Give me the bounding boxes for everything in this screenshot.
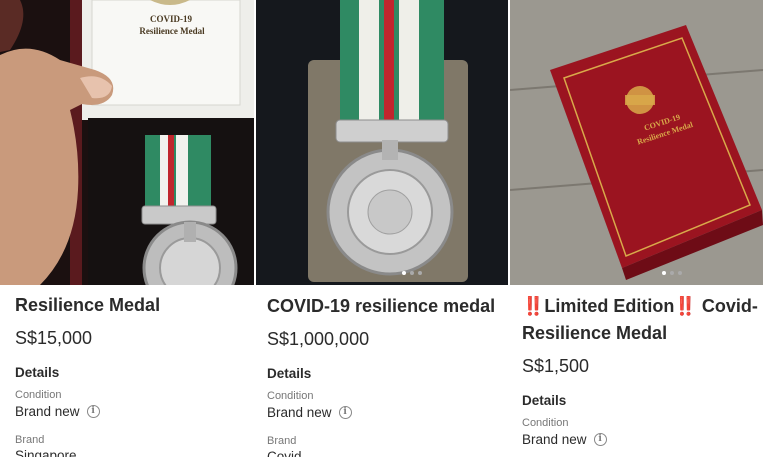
condition-value-row: Brand new i (15, 404, 100, 419)
brand-label: Brand (15, 434, 45, 446)
listing-title[interactable]: Resilience Medal (15, 292, 160, 318)
condition-label: Condition (267, 390, 314, 402)
double-exclamation-icon: ‼️ (674, 296, 697, 316)
brand-value: Covid (267, 449, 302, 457)
box-text-line2: Resilience Medal (139, 26, 205, 36)
info-icon[interactable]: i (593, 433, 607, 446)
condition-value: Brand new (267, 405, 332, 420)
condition-value: Brand new (522, 432, 587, 447)
details-heading: Details (267, 366, 312, 381)
condition-label: Condition (15, 389, 62, 401)
info-icon[interactable]: i (86, 405, 100, 418)
brand-value: Singapore (15, 448, 77, 457)
carousel-dots[interactable] (402, 271, 422, 275)
listing-card-2[interactable]: COVID-19 resilience medal S$1,000,000 De… (256, 0, 508, 457)
listing-price: S$1,500 (522, 356, 590, 376)
details-heading: Details (522, 393, 567, 408)
info-icon[interactable]: i (338, 406, 352, 419)
listing-card-3[interactable]: COVID-19 Resilience Medal ‼️Limited Edit… (510, 0, 763, 457)
listing-price: S$1,000,000 (267, 329, 370, 349)
medal-in-case-image (0, 0, 254, 285)
condition-label: Condition (522, 417, 569, 429)
brand-label: Brand (267, 435, 297, 447)
listing-photo-2[interactable] (256, 0, 508, 285)
listing-photo-3[interactable]: COVID-19 Resilience Medal (510, 0, 763, 285)
listing-title-line2[interactable]: Resilience Medal (522, 320, 667, 346)
details-heading: Details (15, 365, 60, 380)
listing-photo-1[interactable]: COVID-19 Resilience Medal (0, 0, 254, 285)
condition-value: Brand new (15, 404, 80, 419)
medal-in-bag-image (256, 0, 508, 285)
box-text-line1: COVID-19 (150, 14, 192, 24)
condition-value-row: Brand new i (267, 405, 352, 420)
listing-card-1[interactable]: COVID-19 Resilience Medal Resilience Med… (0, 0, 254, 457)
listing-title[interactable]: COVID-19 resilience medal (267, 293, 495, 319)
condition-value-row: Brand new i (522, 432, 607, 447)
listing-price: S$15,000 (15, 328, 93, 348)
double-exclamation-icon: ‼️ (522, 296, 545, 316)
carousel-dots[interactable] (662, 271, 682, 275)
listing-title[interactable]: ‼️Limited Edition‼️ Covid- (522, 293, 758, 319)
